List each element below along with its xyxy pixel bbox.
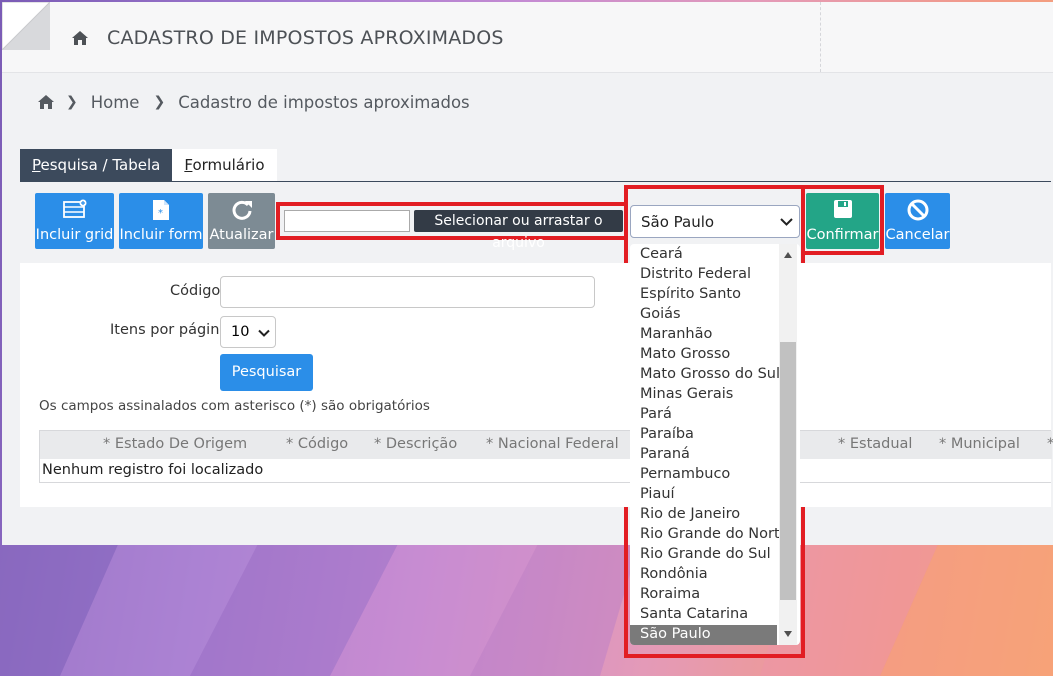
breadcrumb-home-link[interactable]: Home [91,93,140,112]
dropdown-option[interactable]: Rio Grande do Sul [640,546,771,562]
file-name-field[interactable] [284,210,410,232]
tab-formulario[interactable]: Formulário [172,149,277,181]
dropdown-option[interactable]: Minas Gerais [640,386,733,402]
grid-add-icon [62,199,86,218]
column-header[interactable]: * [1047,436,1053,452]
dropdown-option[interactable]: Piauí [640,486,675,502]
dropdown-option[interactable]: Pará [640,406,672,422]
dropdown-option[interactable]: Ceará [640,246,683,262]
dropdown-option[interactable]: Rio de Janeiro [640,506,740,522]
document-add-icon: * [153,200,169,220]
dropdown-option[interactable]: Distrito Federal [640,266,751,282]
tab-underline [20,181,1051,182]
results-table: * Estado De Origem * Código * Descrição … [39,430,1053,483]
confirmar-label: Confirmar [806,227,879,243]
dropdown-option[interactable]: Maranhão [640,326,712,342]
table-header: * Estado De Origem * Código * Descrição … [40,431,1053,459]
page-title: CADASTRO DE IMPOSTOS APROXIMADOS [107,27,504,49]
breadcrumb-current: Cadastro de impostos aproximados [178,92,470,112]
incluir-grid-button[interactable]: Incluir grid [35,193,114,249]
confirmar-button[interactable]: Confirmar [806,193,879,249]
column-header[interactable]: * Descrição [374,436,457,452]
dropdown-option[interactable]: Pernambuco [640,466,730,482]
column-header[interactable]: * Estado De Origem [103,436,247,452]
header-bar: CADASTRO DE IMPOSTOS APROXIMADOS [2,2,1053,73]
atualizar-button[interactable]: Atualizar [208,193,275,249]
cancelar-label: Cancelar [885,227,950,243]
header-divider [820,2,822,72]
dropdown-option[interactable]: Mato Grosso do Sul [640,366,780,382]
chevron-down-icon [258,329,270,337]
svg-text:*: * [158,208,163,219]
scroll-up-arrow-icon[interactable] [783,251,793,259]
save-icon [833,200,852,218]
dropdown-option[interactable]: Rondônia [640,566,708,582]
incluir-form-button[interactable]: * Incluir form [119,193,203,249]
background-pattern [0,540,1053,676]
state-select-value: São Paulo [641,213,715,231]
codigo-input[interactable] [220,276,595,308]
dropdown-option[interactable]: Roraima [640,586,700,602]
tab-bar: Pesquisa / Tabela Formulário [20,149,277,181]
incluir-form-label: Incluir form [119,227,203,243]
required-fields-note: Os campos assinalados com asterisco (*) … [39,398,430,414]
itens-por-pagina-select[interactable]: 10 [220,316,276,348]
dropdown-option[interactable]: Rio Grande do Norte [640,526,789,542]
dropdown-option[interactable]: Santa Catarina [640,606,748,622]
home-icon [72,31,88,45]
dropdown-scroll-thumb[interactable] [780,342,796,600]
atualizar-label: Atualizar [209,227,274,243]
codigo-label: Código [170,283,221,299]
pesquisar-button[interactable]: Pesquisar [220,354,313,391]
chevron-right-icon: ❯ [66,94,78,110]
home-icon[interactable] [38,95,54,109]
breadcrumb: ❯ Home ❯ Cadastro de impostos aproximado… [38,90,470,114]
state-select[interactable]: São Paulo [630,205,800,238]
dropdown-option[interactable]: Mato Grosso [640,346,730,362]
scroll-down-arrow-icon[interactable] [783,630,793,638]
itens-por-pagina-label: Itens por página [110,322,229,338]
chevron-right-icon: ❯ [153,94,166,110]
column-header[interactable]: * Nacional Federal [486,436,619,452]
empty-message: Nenhum registro foi localizado [42,462,264,478]
column-header[interactable]: * Estadual [838,436,912,452]
dropdown-option[interactable]: Goiás [640,306,681,322]
refresh-icon [232,200,252,220]
dropdown-option[interactable]: Paraná [640,446,690,462]
cancelar-button[interactable]: Cancelar [885,193,950,249]
file-select-button[interactable]: Selecionar ou arrastar o arquivo [414,210,623,251]
dropdown-option[interactable]: Espírito Santo [640,286,741,302]
chevron-down-icon [780,218,793,226]
menu-fold-icon[interactable] [2,2,50,50]
incluir-grid-label: Incluir grid [35,227,114,243]
dropdown-option-selected[interactable]: São Paulo [640,626,711,642]
tab-pesquisa-tabela[interactable]: Pesquisa / Tabela [20,149,173,181]
dropdown-option[interactable]: Paraíba [640,426,694,442]
column-header[interactable]: * Código [286,436,348,452]
state-dropdown-list[interactable]: Ceará Distrito Federal Espírito Santo Go… [630,244,800,645]
itens-por-pagina-value: 10 [231,324,250,340]
cancel-icon [907,199,928,221]
column-header[interactable]: * Municipal [939,436,1020,452]
